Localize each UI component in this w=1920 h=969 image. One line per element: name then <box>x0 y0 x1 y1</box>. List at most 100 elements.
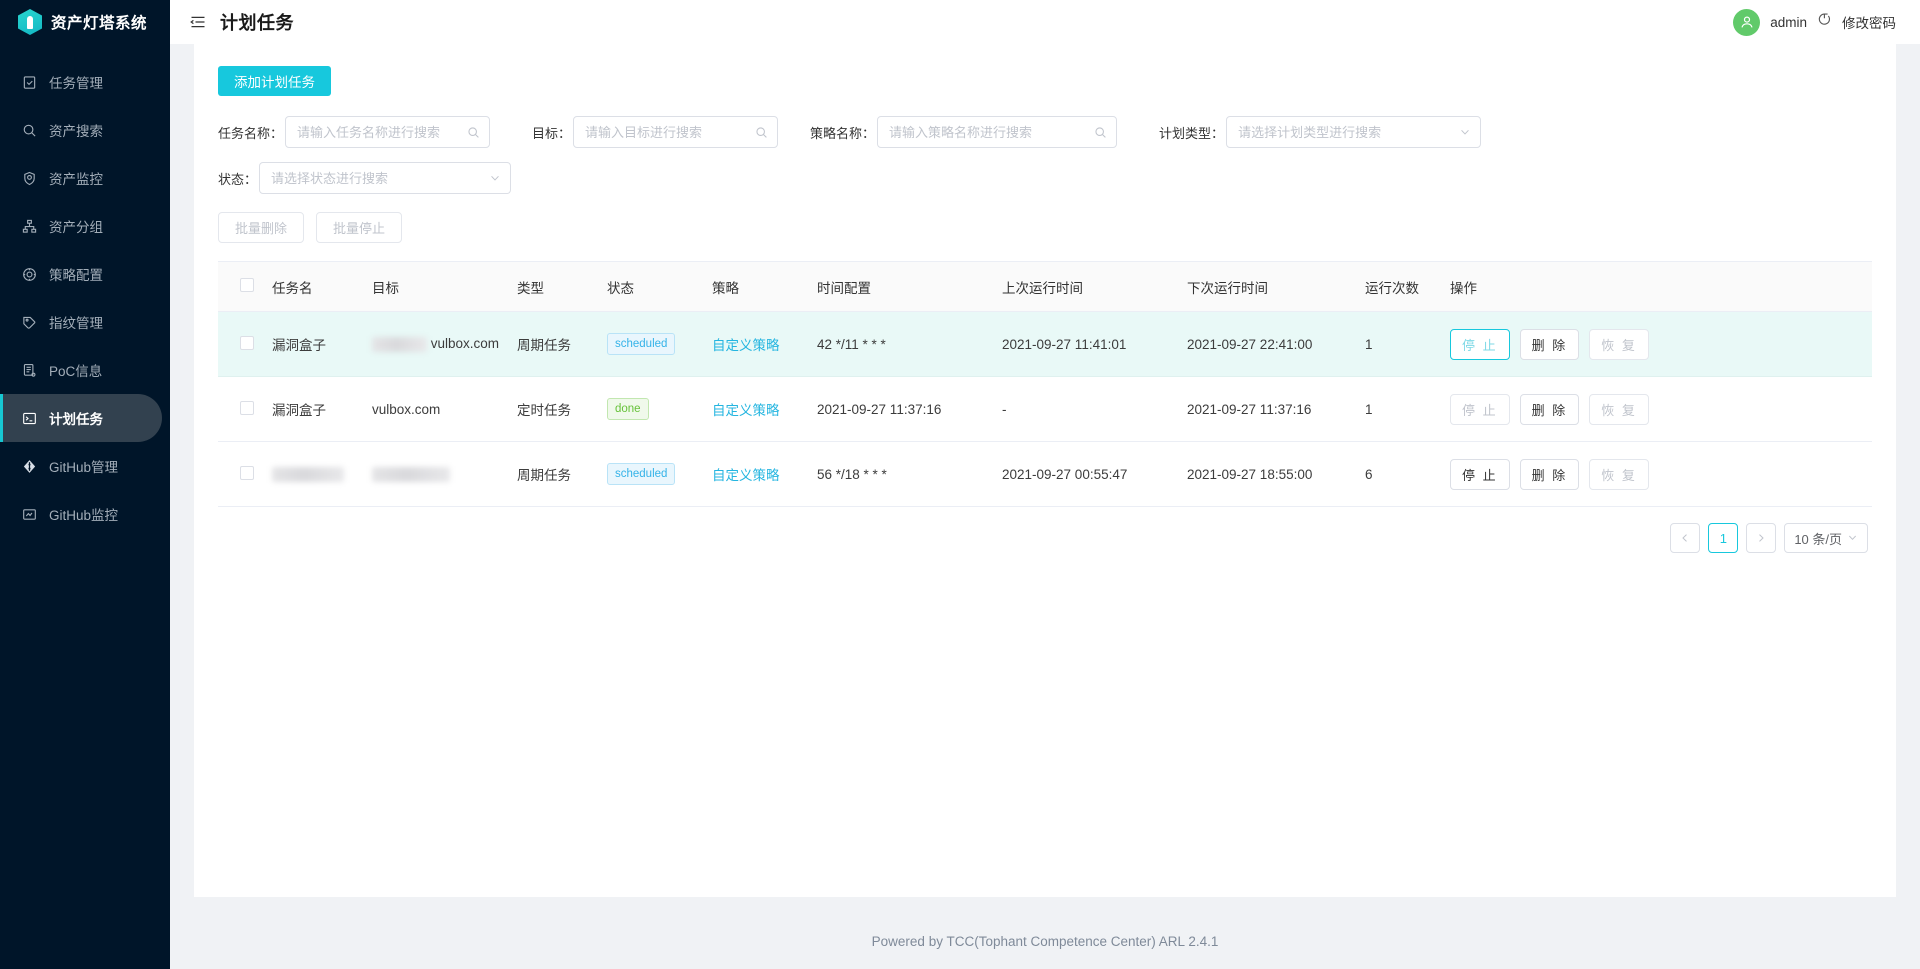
sidebar-item-task-management[interactable]: 任务管理 <box>0 58 162 106</box>
user-avatar-icon[interactable] <box>1733 8 1761 36</box>
row-operations: 停 止 删 除 恢 复 <box>1450 328 1864 360</box>
sidebar-item-scheduled-tasks[interactable]: 计划任务 <box>0 394 162 442</box>
github-branch-icon <box>22 459 37 474</box>
target-input[interactable] <box>574 117 778 147</box>
badge-gear-icon <box>22 267 37 282</box>
status-select[interactable] <box>260 163 511 193</box>
pagination: 1 10 条/页 <box>218 507 1872 571</box>
status-select-wrap[interactable] <box>259 162 512 194</box>
sidebar-item-label: 资产搜索 <box>49 124 103 139</box>
brand[interactable]: 资产灯塔系统 <box>0 0 170 44</box>
policy-link[interactable]: 自定义策略 <box>712 338 780 353</box>
add-scheduled-task-button[interactable]: 添加计划任务 <box>218 66 331 96</box>
cell-next-run: 2021-09-27 11:37:16 <box>1179 376 1357 442</box>
target-text: vulbox.com <box>430 336 500 352</box>
bulk-stop-button[interactable]: 批量停止 <box>316 212 403 243</box>
stop-button[interactable]: 停 止 <box>1450 393 1510 425</box>
sidebar-item-github-monitor[interactable]: GitHub监控 <box>0 490 162 538</box>
topbar-right: admin 修改密码 <box>1733 8 1896 36</box>
task-name-input[interactable] <box>286 117 490 147</box>
cell-status: done <box>599 376 704 442</box>
sidebar-item-policy-config[interactable]: 策略配置 <box>0 250 162 298</box>
policy-name-input[interactable] <box>878 117 1117 147</box>
row-checkbox[interactable] <box>240 465 254 480</box>
cell-operations: 停 止 删 除 恢 复 <box>1442 311 1872 377</box>
app-root: 资产灯塔系统 任务管理 资产搜索 资产监控 资产分组 策略配置 指纹管理 PoC… <box>0 0 1920 969</box>
policy-link[interactable]: 自定义策略 <box>712 468 780 483</box>
username-label: admin <box>1770 14 1807 30</box>
main-region: 计划任务 admin 修改密码 添加计划任务 任务名称： 请输入任务名称进行搜索… <box>170 0 1920 969</box>
col-operations: 操作 <box>1442 261 1872 312</box>
table-body: 漏洞盒子 vulbox.com 周期任务 scheduled 自定义策略 42 … <box>218 311 1872 507</box>
filter-plan-type: 计划类型： <box>1159 116 1482 148</box>
cell-next-run: 2021-09-27 22:41:00 <box>1179 311 1357 377</box>
filter-target: 目标： <box>532 116 779 148</box>
sidebar-item-github-management[interactable]: GitHub管理 <box>0 442 162 490</box>
filter-label-plan-type: 计划类型： <box>1159 125 1225 141</box>
delete-button[interactable]: 删 除 <box>1519 458 1580 490</box>
brand-title: 资产灯塔系统 <box>51 15 148 32</box>
search-icon <box>22 123 37 138</box>
sidebar-item-poc-info[interactable]: PoC信息 <box>0 346 162 394</box>
content-area: 添加计划任务 任务名称： 请输入任务名称进行搜索 目标： 请输入目标进行搜索 策… <box>170 44 1920 913</box>
resume-button[interactable]: 恢 复 <box>1589 328 1649 360</box>
target-input-wrap[interactable] <box>573 116 779 148</box>
resume-button[interactable]: 恢 复 <box>1589 393 1649 425</box>
sidebar-item-fingerprint[interactable]: 指纹管理 <box>0 298 162 346</box>
row-checkbox[interactable] <box>240 335 254 350</box>
filter-status: 状态： <box>218 162 512 194</box>
plan-type-select[interactable] <box>1227 117 1481 147</box>
row-checkbox-cell <box>218 311 264 377</box>
col-time-config: 时间配置 <box>809 261 994 312</box>
col-last-run: 上次运行时间 <box>994 261 1179 312</box>
cell-run-count: 1 <box>1357 311 1442 377</box>
select-all-checkbox[interactable] <box>240 278 254 292</box>
sidebar-item-asset-search[interactable]: 资产搜索 <box>0 106 162 154</box>
sidebar-item-label: 资产监控 <box>49 172 103 187</box>
change-password-link[interactable]: 修改密码 <box>1842 12 1896 32</box>
sidebar-item-label: 计划任务 <box>49 412 103 427</box>
sidebar-item-label: 指纹管理 <box>49 316 103 331</box>
policy-link[interactable]: 自定义策略 <box>712 403 780 418</box>
next-page-button[interactable] <box>1746 523 1777 553</box>
sidebar-item-label: 任务管理 <box>49 76 103 91</box>
plan-type-select-wrap[interactable] <box>1226 116 1482 148</box>
cell-target: vulbox.com <box>364 376 509 442</box>
table-row[interactable]: 漏洞盒子 vulbox.com 周期任务 scheduled 自定义策略 42 … <box>218 311 1872 377</box>
policy-name-input-wrap[interactable] <box>877 116 1118 148</box>
filter-label-task-name: 任务名称： <box>218 125 284 141</box>
hexagon-lighthouse-icon <box>18 9 42 35</box>
col-task-name: 任务名 <box>264 261 364 312</box>
terminal-icon <box>22 411 37 426</box>
menu-fold-icon[interactable] <box>190 14 206 30</box>
table-row[interactable]: 周期任务 scheduled 自定义策略 56 */18 * * * 2021-… <box>218 441 1872 507</box>
stop-button[interactable]: 停 止 <box>1450 328 1510 360</box>
delete-button[interactable]: 删 除 <box>1519 393 1580 425</box>
tag-fingerprint-icon <box>22 315 37 330</box>
task-name-input-wrap[interactable] <box>285 116 491 148</box>
sidebar-item-asset-group[interactable]: 资产分组 <box>0 202 162 250</box>
cell-policy: 自定义策略 <box>704 311 809 377</box>
page-size-select[interactable]: 10 条/页 <box>1784 523 1868 553</box>
power-logout-icon[interactable] <box>1817 12 1832 32</box>
filter-label-status: 状态： <box>218 171 258 187</box>
footer: Powered by TCC(Tophant Competence Center… <box>170 913 1920 969</box>
stop-button[interactable]: 停 止 <box>1450 458 1510 490</box>
cell-last-run: 2021-09-27 11:41:01 <box>994 311 1179 377</box>
bulk-delete-button[interactable]: 批量删除 <box>218 212 305 243</box>
resume-button[interactable]: 恢 复 <box>1589 458 1649 490</box>
shield-monitor-icon <box>22 171 37 186</box>
sidebar-item-label: PoC信息 <box>49 364 103 379</box>
row-operations: 停 止 删 除 恢 复 <box>1450 458 1864 490</box>
cell-policy: 自定义策略 <box>704 441 809 507</box>
row-checkbox[interactable] <box>240 400 254 415</box>
prev-page-button[interactable] <box>1670 523 1701 553</box>
sitemap-icon <box>22 219 37 234</box>
page-number-button[interactable]: 1 <box>1708 523 1739 553</box>
document-list-icon <box>22 363 37 378</box>
delete-button[interactable]: 删 除 <box>1519 328 1580 360</box>
sidebar-item-asset-monitor[interactable]: 资产监控 <box>0 154 162 202</box>
table-row[interactable]: 漏洞盒子 vulbox.com 定时任务 done 自定义策略 2021-09-… <box>218 376 1872 442</box>
redacted-target <box>372 466 450 482</box>
filter-area: 任务名称： 目标： <box>218 116 1872 194</box>
